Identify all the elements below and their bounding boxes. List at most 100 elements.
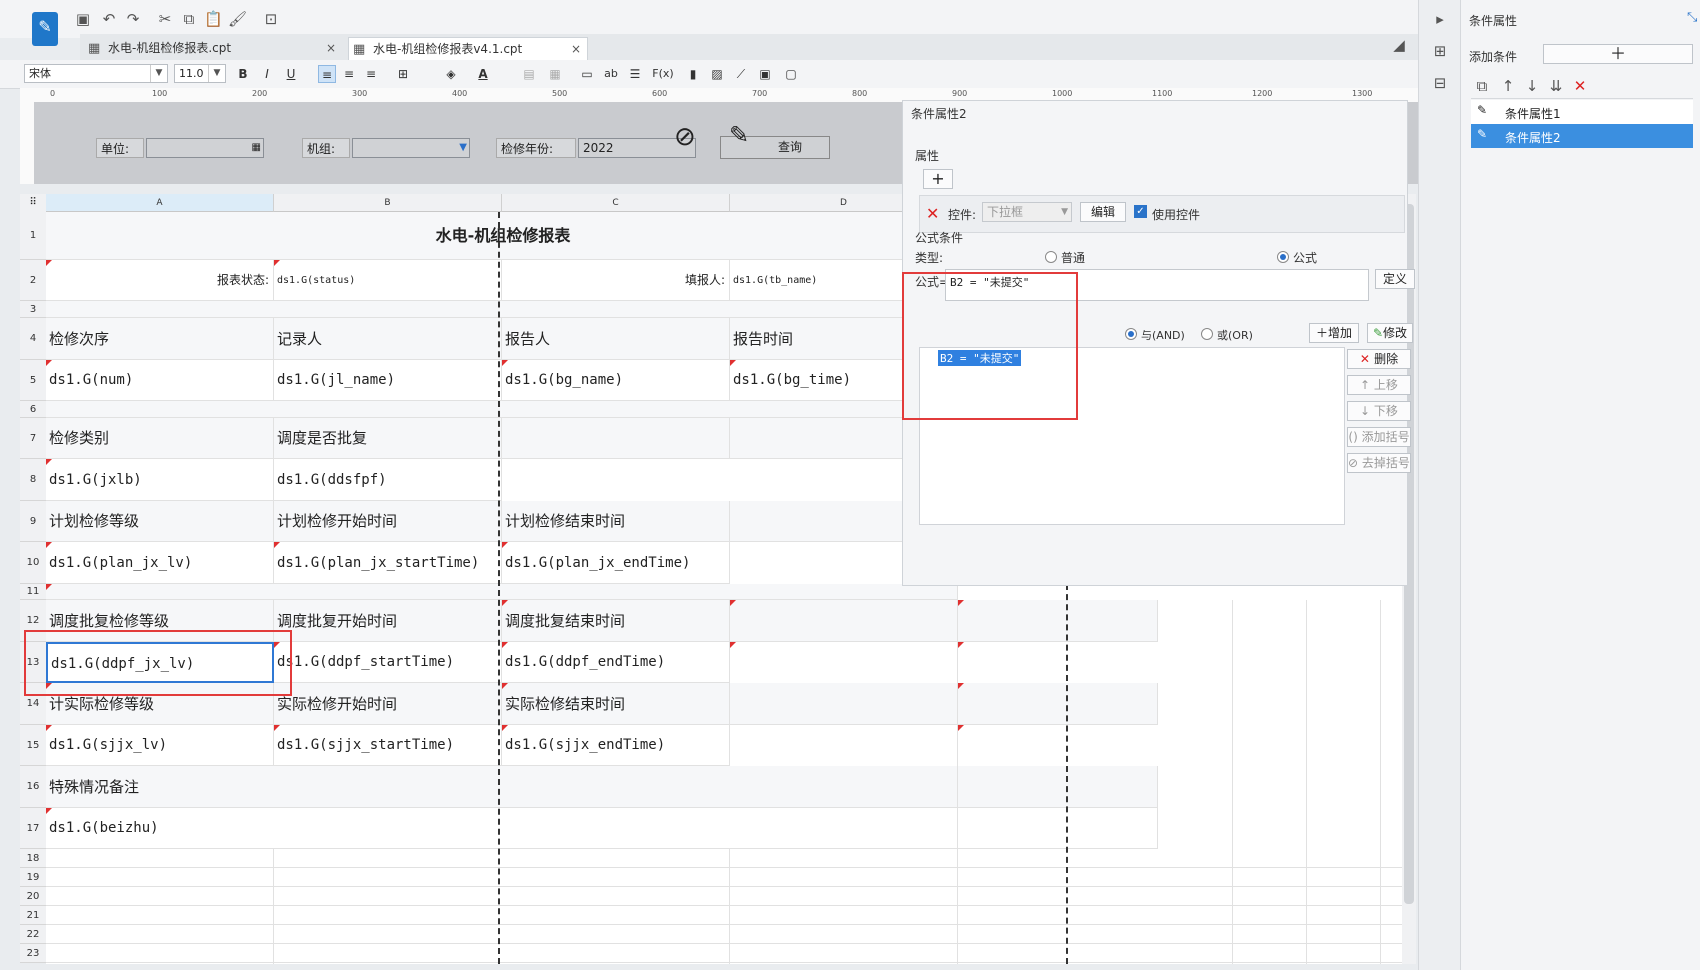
row-header[interactable]: 10 <box>20 542 46 584</box>
use-control-checkbox[interactable]: ✓ <box>1134 205 1147 218</box>
group-select[interactable]: ▼ <box>352 138 470 158</box>
remarks-label-cell[interactable]: 特殊情况备注 <box>46 766 1158 808</box>
spacer-row[interactable] <box>46 401 958 418</box>
table-cell[interactable] <box>730 600 958 642</box>
format-painter-icon[interactable]: 🖌 <box>228 10 247 28</box>
table-cell[interactable]: ds1.G(sjjx_startTime) <box>274 725 502 766</box>
row-header[interactable]: 21 <box>20 906 46 925</box>
row-header[interactable]: 3 <box>20 301 46 318</box>
preview-icon[interactable]: ⊡ <box>262 10 280 28</box>
tab-report-cpt[interactable]: ▦ 水电-机组检修报表.cpt × <box>84 37 342 60</box>
copy-icon[interactable]: ⧉ <box>180 10 198 28</box>
merge-cells-icon[interactable]: ▤ <box>520 65 538 83</box>
row-header[interactable]: 4 <box>20 318 46 360</box>
modify-button[interactable]: ✎修改 <box>1367 323 1413 343</box>
row-header[interactable]: 20 <box>20 887 46 906</box>
add-button[interactable]: ＋增加 <box>1309 323 1359 343</box>
table-cell[interactable]: 记录人 <box>274 318 502 360</box>
spacer-row[interactable] <box>46 584 958 600</box>
table-cell[interactable]: 调度是否批复 <box>274 418 502 459</box>
report-title-cell[interactable]: 水电-机组检修报表 <box>46 212 958 260</box>
table-cell[interactable]: 计划检修结束时间 <box>502 501 730 542</box>
unit-select[interactable]: ▦ <box>146 138 264 158</box>
row-header[interactable]: 15 <box>20 725 46 766</box>
delete-icon[interactable]: ✕ <box>1571 77 1589 95</box>
edit-button[interactable]: 编辑 <box>1080 202 1126 222</box>
table-cell[interactable]: 检修类别 <box>46 418 274 459</box>
row-header[interactable]: 22 <box>20 925 46 944</box>
column-header-a[interactable]: A <box>46 194 274 212</box>
pin-icon[interactable]: ⤡ <box>1687 10 1697 25</box>
table-cell[interactable]: ds1.G(ddpf_startTime) <box>274 642 502 683</box>
arrow-up-icon[interactable]: ↑ <box>1499 77 1517 95</box>
table-cell[interactable]: 调度批复开始时间 <box>274 600 502 642</box>
tab-report-v41-cpt[interactable]: ▦ 水电-机组检修报表v4.1.cpt × <box>348 37 588 60</box>
remarks-field-cell[interactable]: ds1.G(beizhu) <box>46 808 1158 849</box>
sort-icon[interactable]: ⇊ <box>1547 77 1565 95</box>
italic-button[interactable]: I <box>258 65 276 83</box>
condition-item-1[interactable]: ✎ 条件属性1 <box>1471 100 1693 124</box>
table-cell[interactable]: ds1.G(jxlb) <box>46 459 274 501</box>
table-cell[interactable]: ds1.G(plan_jx_startTime) <box>274 542 502 584</box>
row-header[interactable]: 9 <box>20 501 46 542</box>
font-family-select[interactable]: 宋体 ▼ <box>24 64 168 83</box>
formula-button[interactable]: F(x) <box>650 65 676 83</box>
add-attribute-button[interactable]: + <box>923 169 953 189</box>
paragraph-icon[interactable]: ☰ <box>626 65 644 83</box>
row-header[interactable]: 18 <box>20 849 46 868</box>
empty-rows[interactable] <box>46 849 1402 964</box>
row-header[interactable]: 16 <box>20 766 46 808</box>
row-header[interactable]: 8 <box>20 459 46 501</box>
control-select[interactable]: 下拉框 ▼ <box>982 202 1072 222</box>
table-cell[interactable]: ds1.G(ddsfpf) <box>274 459 502 501</box>
cut-icon[interactable]: ✂ <box>156 10 174 28</box>
or-radio[interactable]: 或(OR) <box>1201 327 1253 343</box>
type-formula-radio[interactable]: 公式 <box>1277 249 1317 266</box>
add-bracket-button[interactable]: () 添加括号 <box>1347 427 1411 447</box>
table-cell[interactable]: 报告人 <box>502 318 730 360</box>
table-cell[interactable]: ds1.G(sjjx_endTime) <box>502 725 730 766</box>
type-normal-radio[interactable]: 普通 <box>1045 249 1085 266</box>
condition-item-2[interactable]: ✎ 条件属性2 <box>1471 124 1693 148</box>
row-header[interactable]: 17 <box>20 808 46 849</box>
column-header-b[interactable]: B <box>274 194 502 212</box>
table-cell[interactable]: ds1.G(num) <box>46 360 274 401</box>
row-header[interactable]: 5 <box>20 360 46 401</box>
select-all-icon[interactable]: ⠿ <box>20 194 46 213</box>
chart-icon[interactable]: ▮ <box>684 65 702 83</box>
row-header[interactable]: 7 <box>20 418 46 459</box>
frame-icon[interactable]: ▢ <box>782 65 800 83</box>
table-cell[interactable] <box>502 418 730 459</box>
fill-color-icon[interactable]: ◈ <box>442 65 460 83</box>
table-cell[interactable] <box>730 683 958 725</box>
delete-icon[interactable]: ✕ <box>926 204 939 223</box>
table-cell[interactable]: ds1.G(ddpf_endTime) <box>502 642 730 683</box>
table-cell[interactable]: 计划检修开始时间 <box>274 501 502 542</box>
row-header[interactable]: 2 <box>20 260 46 301</box>
close-icon[interactable]: × <box>571 38 581 61</box>
align-right-icon[interactable]: ≡ <box>362 65 380 83</box>
save-icon[interactable]: ▣ <box>74 10 92 28</box>
add-condition-button[interactable]: ＋ <box>1543 44 1693 64</box>
table-cell[interactable]: 检修次序 <box>46 318 274 360</box>
collapse-icon[interactable]: ▸ <box>1431 10 1449 28</box>
image-icon[interactable]: ▨ <box>708 65 726 83</box>
cell-attribute-icon[interactable]: ⊞ <box>1431 42 1449 60</box>
table-cell[interactable] <box>958 600 1158 642</box>
undo-icon[interactable]: ↶ <box>100 10 118 28</box>
move-up-button[interactable]: ↑ 上移 <box>1347 375 1411 395</box>
move-down-button[interactable]: ↓ 下移 <box>1347 401 1411 421</box>
condition-attribute-icon[interactable]: ⊟ <box>1431 74 1449 92</box>
table-cell[interactable]: ds1.G(plan_jx_lv) <box>46 542 274 584</box>
bold-button[interactable]: B <box>234 65 252 83</box>
table-cell[interactable]: 实际检修开始时间 <box>274 683 502 725</box>
row-header[interactable]: 23 <box>20 944 46 963</box>
spacer-row[interactable] <box>46 301 958 318</box>
status-field-cell[interactable]: ds1.G(status) <box>274 260 502 301</box>
subreport-icon[interactable]: ▣ <box>756 65 774 83</box>
underline-button[interactable]: U <box>282 65 300 83</box>
query-button[interactable]: ✎ 查询 <box>720 123 830 159</box>
table-cell[interactable]: 计划检修等级 <box>46 501 274 542</box>
font-size-select[interactable]: 11.0 ▼ <box>174 64 226 83</box>
define-button[interactable]: 定义 <box>1375 269 1415 289</box>
